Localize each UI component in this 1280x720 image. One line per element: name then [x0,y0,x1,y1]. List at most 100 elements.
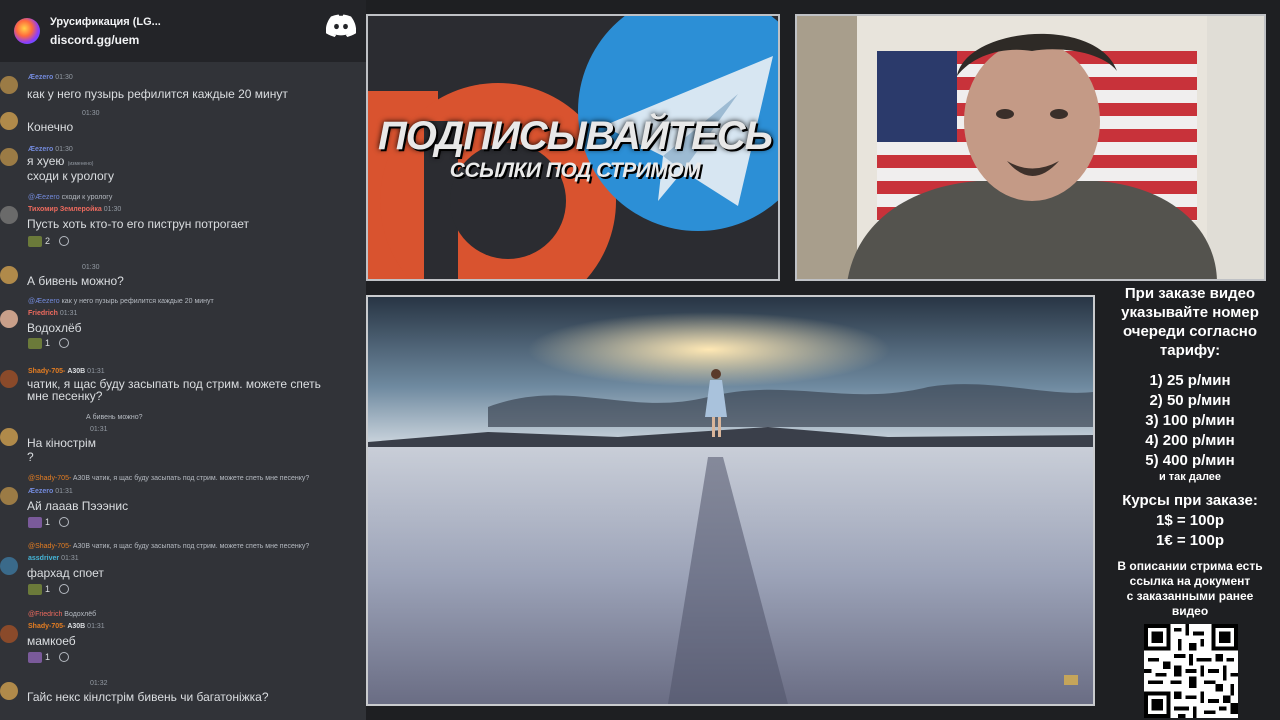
user-avatar[interactable] [0,428,18,446]
timestamp: 01:30 [103,206,122,213]
username[interactable]: assdriver [28,555,59,562]
reply-preview[interactable]: @Shady-705- A30B чатик, я щас буду засып… [28,475,309,482]
message-text: А бивень можно? [27,274,124,288]
description-line: В описании стрима есть [1117,559,1263,573]
video-player[interactable] [366,295,1095,706]
message-text: Гайс некс кінлстрім бивень чи багатоніжк… [27,690,269,704]
user-avatar[interactable] [0,76,18,94]
user-tag: A30B [67,623,86,630]
timestamp: 01:31 [61,555,79,562]
reply-preview[interactable]: @Æezero сходи к урологу [28,194,112,201]
user-avatar[interactable] [0,112,18,130]
add-reaction-icon[interactable] [59,338,70,348]
timestamp: 01:31 [55,488,73,495]
timestamp: 01:31 [87,368,105,375]
username[interactable]: Shady-705- [28,368,65,375]
reaction-emoji-icon[interactable] [28,337,42,349]
message-text: Конечно [27,120,74,134]
promo-title: ПОДПИСЫВАЙТЕСЬ [377,114,773,158]
reaction-bar[interactable]: 1 [28,650,70,664]
tariff-line: 5) 400 р/мин [1145,452,1235,469]
info-heading-line: При заказе видео [1124,285,1256,302]
qr-code[interactable] [1144,624,1238,718]
user-avatar[interactable] [0,266,18,284]
add-reaction-icon[interactable] [59,236,70,246]
video-frame [368,297,1093,704]
message-text: мамкоеб [27,634,76,648]
message-text: Пусть хоть кто-то его пиструн потрогает [27,217,250,231]
user-avatar[interactable] [0,310,18,328]
reaction-count: 1 [45,652,51,662]
reply-username: @Æezero [28,298,60,305]
reaction-count: 1 [45,517,51,527]
timestamp: 01:30 [82,110,100,117]
user-avatar[interactable] [0,487,18,505]
description-line: ссылка на документ [1129,574,1251,588]
promo-subtitle: ССЫЛКИ ПОД СТРИМОМ [449,159,701,182]
user-avatar[interactable] [0,557,18,575]
reply-text: чатик, я щас буду засыпать под стрим. мо… [91,543,310,550]
username[interactable]: Æezero [28,146,53,153]
reply-preview[interactable]: @Shady-705- A30B чатик, я щас буду засып… [28,543,309,550]
user-tag: A30B [67,368,86,375]
user-avatar[interactable] [0,682,18,700]
add-reaction-icon[interactable] [59,652,70,662]
add-reaction-icon[interactable] [59,584,70,594]
reply-preview[interactable]: А бивень можно? [28,414,143,421]
reaction-count: 1 [45,584,51,594]
webcam-image [797,16,1264,279]
tariff-line: 2) 50 р/мин [1149,392,1231,409]
reply-tag: A30B [72,475,90,482]
reply-preview[interactable]: @Friedrich Водохлёб [28,611,96,618]
server-invite-link[interactable]: discord.gg/uem [50,32,161,48]
user-avatar[interactable] [0,206,18,224]
reply-username: @Æezero [28,194,60,201]
timestamp: 01:31 [59,310,78,317]
rate-line: 1€ = 100р [1156,532,1224,549]
tariff-line: 1) 25 р/мин [1149,372,1231,389]
timestamp: 01:30 [82,264,100,271]
stream-layout: Урусификация (LG... discord.gg/uem Æezer… [0,0,1280,720]
reaction-emoji-icon[interactable] [28,516,42,528]
description-line: с заказанными ранее [1126,589,1254,603]
edited-label: (изменено) [67,161,94,167]
reaction-bar[interactable]: 1 [28,336,70,350]
reaction-emoji-icon[interactable] [28,235,42,247]
reaction-bar[interactable]: 2 [28,234,70,248]
username[interactable]: Friedrich [28,310,58,317]
add-reaction-icon[interactable] [59,517,70,527]
server-icon[interactable] [14,18,40,44]
timestamp: 01:31 [90,426,108,433]
reaction-emoji-icon[interactable] [28,651,42,663]
description-line: видео [1171,604,1209,618]
webcam-feed [795,14,1266,281]
username[interactable]: Æezero [28,488,53,495]
message-line: я хуею [27,154,65,168]
tariff-line: 4) 200 р/мин [1145,432,1235,449]
info-heading-line: очереди согласно [1122,323,1258,340]
message-text: На кінострім [27,436,96,450]
tariff-line: 3) 100 р/мин [1145,412,1235,429]
timestamp: 01:32 [90,680,108,687]
username[interactable]: Æezero [28,74,53,81]
timestamp: 01:31 [87,623,105,630]
username[interactable]: Тихомир Землеройка [28,206,102,213]
message-text: Водохлёб [27,321,82,335]
reply-text: сходи к урологу [61,194,113,201]
reply-tag: A30B [72,543,90,550]
username[interactable]: Shady-705- [28,623,65,630]
user-avatar[interactable] [0,370,18,388]
reaction-emoji-icon[interactable] [28,583,42,595]
reply-text: чатик, я щас буду засыпать под стрим. мо… [91,475,310,482]
reply-preview[interactable]: @Æezero как у него пузырь рефилится кажд… [28,298,214,305]
message-text: ? [27,450,34,464]
user-avatar[interactable] [0,625,18,643]
reaction-bar[interactable]: 1 [28,515,70,529]
discord-chat-panel: Урусификация (LG... discord.gg/uem Æezer… [0,0,366,720]
reaction-bar[interactable]: 1 [28,582,70,596]
rates-heading: Курсы при заказе: [1122,492,1258,509]
user-avatar[interactable] [0,148,18,166]
info-heading-line: тарифу: [1159,342,1221,359]
reply-text: Водохлёб [64,611,97,618]
info-heading-line: указывайте номер [1121,304,1259,321]
